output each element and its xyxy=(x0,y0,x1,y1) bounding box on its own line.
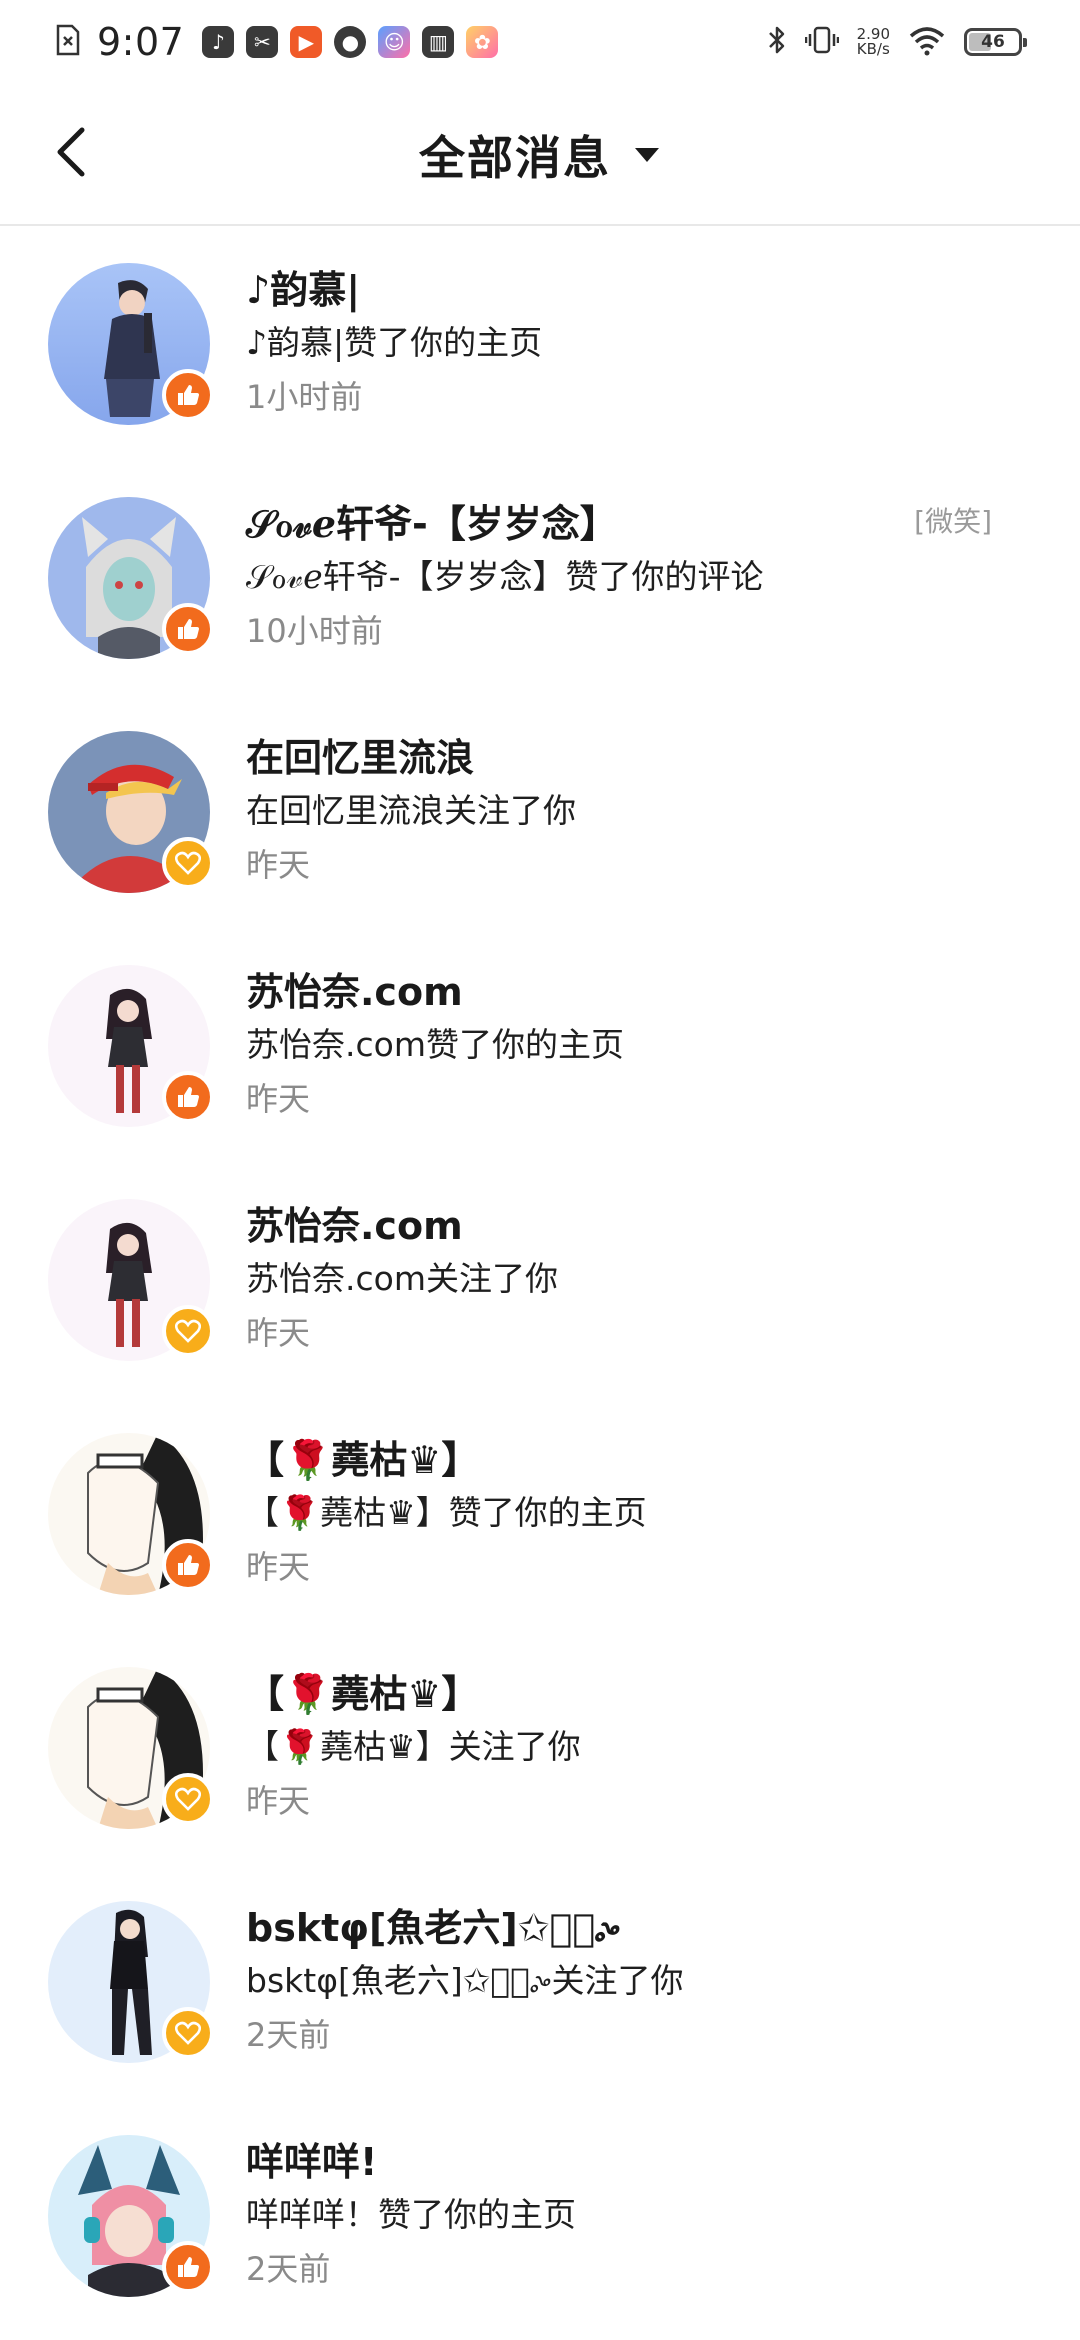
sim-card-icon xyxy=(55,24,81,60)
anime-app-icon: ✿ xyxy=(466,26,499,58)
chat-bubble-icon: ● xyxy=(334,26,367,58)
user-name[interactable]: 𝒮ℴ𝓋ℯ轩爷-【岁岁念】 xyxy=(246,498,1020,550)
message-time: 1小时前 xyxy=(246,378,363,416)
message-body: 苏怡奈.com 苏怡奈.com赞了你的主页 昨天 xyxy=(246,966,1020,1124)
follow-badge xyxy=(162,1305,214,1357)
message-body: ♪韵慕| ♪韵慕|赞了你的主页 1小时前 xyxy=(246,264,1020,422)
avatar[interactable] xyxy=(48,1433,214,1595)
like-badge xyxy=(162,2241,214,2293)
heart-icon xyxy=(175,1787,201,1811)
message-body: 【🌹蕘枯♛】 【🌹蕘枯♛】关注了你 昨天 xyxy=(246,1668,1020,1826)
avatar[interactable] xyxy=(48,497,214,659)
heart-icon xyxy=(175,1319,201,1343)
message-text: 咩咩咩！赞了你的主页 xyxy=(246,2195,576,2234)
caret-down-icon xyxy=(635,148,659,162)
user-name[interactable]: 【🌹蕘枯♛】 xyxy=(246,1434,1020,1486)
message-text: 【🌹蕘枯♛】关注了你 xyxy=(246,1727,581,1766)
like-badge xyxy=(162,1071,214,1123)
clock: 9:07 xyxy=(97,20,185,64)
message-item[interactable]: 咩咩咩! 咩咩咩！赞了你的主页 2天前 xyxy=(0,2100,1080,2334)
status-bar-right: 2.90 KB/s 46 xyxy=(767,24,1027,60)
message-body: 【🌹蕘枯♛】 【🌹蕘枯♛】赞了你的主页 昨天 xyxy=(246,1434,1020,1592)
follow-badge xyxy=(162,1773,214,1825)
message-item[interactable]: bsktφ[魚老六]✩ᢀ͛ᤱᤴ bsktφ[魚老六]✩ᢀ͛ᤱᤴ关注了你 2天前 xyxy=(0,1866,1080,2100)
page-title: 全部消息 xyxy=(419,131,611,185)
message-time: 昨天 xyxy=(246,846,311,884)
bluetooth-icon xyxy=(767,24,787,60)
user-name[interactable]: 在回忆里流浪 xyxy=(246,732,1020,784)
book-icon: ▥ xyxy=(422,26,455,58)
avatar[interactable] xyxy=(48,1901,214,2063)
message-text: 在回忆里流浪关注了你 xyxy=(246,791,576,830)
user-name[interactable]: 咩咩咩! xyxy=(246,2136,1020,2188)
status-bar-left: 9:07 ♪ ✂ ▶ ● ☺ ▥ ✿ xyxy=(55,20,499,64)
heart-icon xyxy=(175,851,201,875)
message-item[interactable]: ♪韵慕| ♪韵慕|赞了你的主页 1小时前 xyxy=(0,228,1080,462)
avatar[interactable] xyxy=(48,263,214,425)
avatar[interactable] xyxy=(48,731,214,893)
message-item[interactable]: 𝒮ℴ𝓋ℯ轩爷-【岁岁念】 𝒮ℴ𝓋ℯ轩爷-【岁岁念】赞了你的评论 10小时前 [微… xyxy=(0,462,1080,696)
message-time: 昨天 xyxy=(246,1782,311,1820)
message-item[interactable]: 苏怡奈.com 苏怡奈.com关注了你 昨天 xyxy=(0,1164,1080,1398)
user-name[interactable]: bsktφ[魚老六]✩ᢀ͛ᤱᤴ xyxy=(246,1902,1020,1954)
message-text: bsktφ[魚老六]✩ᢀ͛ᤱᤴ关注了你 xyxy=(246,1961,684,2000)
follow-badge xyxy=(162,837,214,889)
thumbs-up-icon xyxy=(178,619,199,639)
message-item[interactable]: 苏怡奈.com 苏怡奈.com赞了你的主页 昨天 xyxy=(0,930,1080,1164)
message-text: 苏怡奈.com关注了你 xyxy=(246,1259,558,1298)
avatar[interactable] xyxy=(48,1199,214,1361)
battery-icon: 46 xyxy=(964,28,1027,56)
kuaishou-icon: ▶ xyxy=(290,26,323,58)
message-time: 2天前 xyxy=(246,2250,331,2288)
like-badge xyxy=(162,603,214,655)
user-name[interactable]: ♪韵慕| xyxy=(246,264,1020,316)
user-name[interactable]: 苏怡奈.com xyxy=(246,1200,1020,1252)
message-body: bsktφ[魚老六]✩ᢀ͛ᤱᤴ bsktφ[魚老六]✩ᢀ͛ᤱᤴ关注了你 2天前 xyxy=(246,1902,1020,2060)
message-list: ♪韵慕| ♪韵慕|赞了你的主页 1小时前 𝒮ℴ𝓋ℯ轩爷-【岁岁念】 𝒮ℴ𝓋ℯ轩爷… xyxy=(0,228,1080,2334)
user-name[interactable]: 【🌹蕘枯♛】 xyxy=(246,1668,1020,1720)
thumbs-up-icon xyxy=(178,1555,199,1575)
avatar[interactable] xyxy=(48,965,214,1127)
message-item[interactable]: 【🌹蕘枯♛】 【🌹蕘枯♛】关注了你 昨天 xyxy=(0,1632,1080,1866)
status-bar: 9:07 ♪ ✂ ▶ ● ☺ ▥ ✿ 2.90 KB/s 46 xyxy=(0,0,1080,84)
wifi-icon xyxy=(908,24,946,60)
avatar[interactable] xyxy=(48,2135,214,2297)
like-badge xyxy=(162,369,214,421)
message-item[interactable]: 在回忆里流浪 在回忆里流浪关注了你 昨天 xyxy=(0,696,1080,930)
network-speed: 2.90 KB/s xyxy=(856,25,890,58)
message-text: 苏怡奈.com赞了你的主页 xyxy=(246,1025,624,1064)
tiktok-icon: ♪ xyxy=(202,26,235,58)
message-text: 【🌹蕘枯♛】赞了你的主页 xyxy=(246,1493,647,1532)
heart-icon xyxy=(175,2021,201,2045)
message-body: 𝒮ℴ𝓋ℯ轩爷-【岁岁念】 𝒮ℴ𝓋ℯ轩爷-【岁岁念】赞了你的评论 10小时前 xyxy=(246,498,1020,656)
avatar[interactable] xyxy=(48,1667,214,1829)
message-text: 𝒮ℴ𝓋ℯ轩爷-【岁岁念】赞了你的评论 xyxy=(246,557,764,596)
message-text: ♪韵慕|赞了你的主页 xyxy=(246,323,543,362)
message-body: 苏怡奈.com 苏怡奈.com关注了你 昨天 xyxy=(246,1200,1020,1358)
thumbs-up-icon xyxy=(178,385,199,405)
vibrate-icon xyxy=(804,24,839,60)
follow-badge xyxy=(162,2007,214,2059)
message-time: 昨天 xyxy=(246,1314,311,1352)
message-time: 昨天 xyxy=(246,1548,311,1586)
user-name[interactable]: 苏怡奈.com xyxy=(246,966,1020,1018)
message-body: 咩咩咩! 咩咩咩！赞了你的主页 2天前 xyxy=(246,2136,1020,2294)
emoji-tag: [微笑] xyxy=(914,505,992,538)
thumbs-up-icon xyxy=(178,1087,199,1107)
game-app-icon: ☺ xyxy=(378,26,411,58)
capcut-icon: ✂ xyxy=(246,26,279,58)
like-badge xyxy=(162,1539,214,1591)
message-time: 10小时前 xyxy=(246,612,383,650)
message-time: 2天前 xyxy=(246,2016,331,2054)
message-item[interactable]: 【🌹蕘枯♛】 【🌹蕘枯♛】赞了你的主页 昨天 xyxy=(0,1398,1080,1632)
message-body: 在回忆里流浪 在回忆里流浪关注了你 昨天 xyxy=(246,732,1020,890)
app-header: 全部消息 xyxy=(0,84,1080,226)
message-filter-dropdown[interactable]: 全部消息 xyxy=(0,84,1080,226)
thumbs-up-icon xyxy=(178,2257,199,2277)
message-time: 昨天 xyxy=(246,1080,311,1118)
